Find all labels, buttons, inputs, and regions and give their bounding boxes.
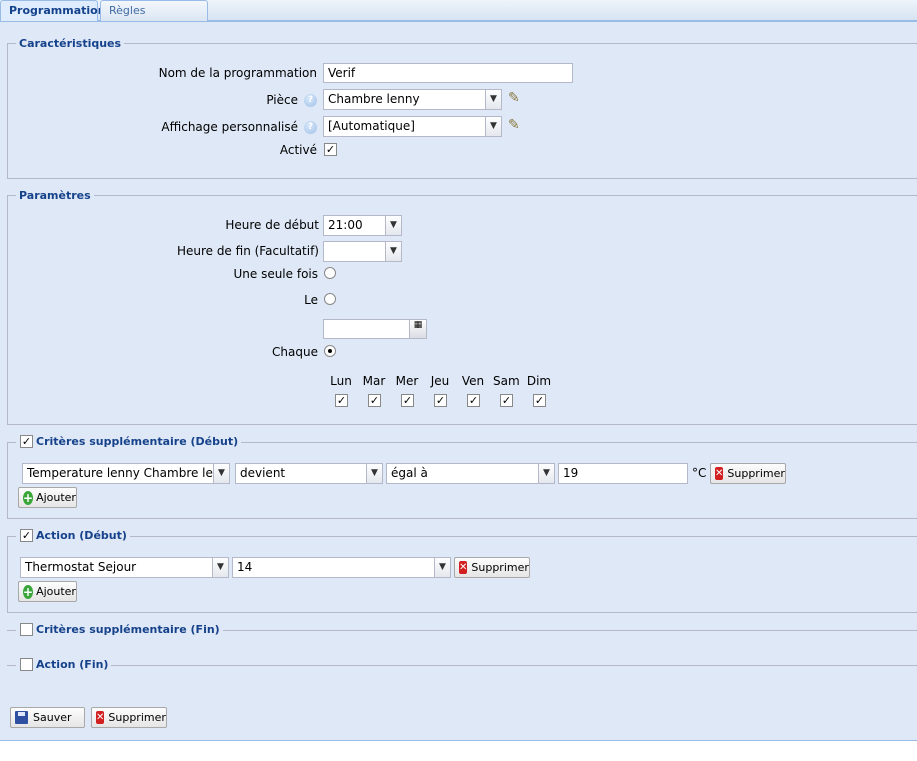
debut-dropdown-trigger[interactable]: ▼ [385,215,402,236]
une-seule-fois-radio[interactable] [324,267,336,279]
action-device-select[interactable]: Thermostat Sejour [20,557,213,578]
action-value-trigger[interactable]: ▼ [434,557,451,578]
legend-criteres-fin: Critères supplémentaire (Fin) [33,623,223,636]
critere-device-select[interactable]: Temperature lenny Chambre lenny [22,463,214,484]
day-label-jeu: Jeu [430,374,450,388]
critere-operator-trigger[interactable]: ▼ [538,463,555,484]
critere-delete-button[interactable]: ✕ Supprimer [710,463,786,484]
action-device-trigger[interactable]: ▼ [212,557,229,578]
day-checkbox-ven[interactable]: ✓ [467,394,480,407]
critere-device-trigger[interactable]: ▼ [213,463,230,484]
chevron-down-icon: ▼ [439,562,446,572]
delete-icon: ✕ [459,561,468,574]
day-label-mar: Mar [362,374,386,388]
chevron-down-icon: ▼ [371,468,378,478]
action-debut-checkbox[interactable]: ✓ [20,529,33,542]
chevron-down-icon: ▼ [390,220,397,230]
pencil-icon[interactable]: ✎ [508,117,520,133]
debut-label: Heure de début [225,218,319,232]
piece-label: Pièce [266,93,298,107]
chevron-down-icon: ▼ [543,468,550,478]
action-delete-button[interactable]: ✕ Supprimer [454,557,530,578]
le-label: Le [304,293,318,307]
legend-criteres-debut: Critères supplémentaire (Début) [33,435,242,448]
tab-regles-associees[interactable]: Règles associées [100,0,208,37]
floppy-disk-icon [15,711,28,724]
save-label: Sauver [33,710,72,724]
pencil-icon[interactable]: ✎ [508,90,520,106]
day-label-ven: Ven [461,374,485,388]
delete-label: Supprimer [108,710,166,724]
action-add-button[interactable]: + Ajouter [18,581,77,602]
add-icon: + [23,490,34,505]
affichage-select[interactable]: [Automatique] [323,116,486,137]
day-label-lun: Lun [330,374,352,388]
day-label-sam: Sam [493,374,520,388]
debut-time-select[interactable]: 21:00 [323,215,386,236]
chaque-label: Chaque [272,345,318,359]
criteres-debut-checkbox[interactable]: ✓ [20,435,33,448]
chevron-down-icon: ▼ [490,121,497,131]
day-label-dim: Dim [526,374,552,388]
critere-mode-trigger[interactable]: ▼ [366,463,383,484]
delete-button[interactable]: ✕ Supprimer [91,707,167,728]
fin-label: Heure de fin (Facultatif) [176,244,319,258]
critere-operator-select[interactable]: égal à [386,463,539,484]
chevron-down-icon: ▼ [217,562,224,572]
legend-parametres: Paramètres [16,189,94,202]
action-add-label: Ajouter [36,584,76,598]
day-checkbox-lun[interactable]: ✓ [335,394,348,407]
day-checkbox-jeu[interactable]: ✓ [434,394,447,407]
criteres-fin-checkbox[interactable] [20,623,33,636]
page-background [0,741,917,761]
date-input[interactable] [323,319,410,339]
critere-unit: °C [692,466,707,480]
piece-select[interactable]: Chambre lenny [323,89,486,110]
critere-mode-select[interactable]: devient [235,463,367,484]
delete-icon: ✕ [715,467,724,480]
affichage-dropdown-trigger[interactable]: ▼ [485,116,502,137]
day-checkbox-sam[interactable]: ✓ [500,394,513,407]
divider-action-fin [7,665,917,666]
chevron-down-icon: ▼ [218,468,225,478]
save-button[interactable]: Sauver [10,707,85,728]
fin-time-select[interactable] [323,241,386,262]
nom-input[interactable]: Verif [323,63,573,83]
help-icon[interactable]: ? [304,121,317,134]
day-checkbox-dim[interactable]: ✓ [533,394,546,407]
day-label-mer: Mer [395,374,419,388]
calendar-icon[interactable]: ▦ [409,319,427,339]
active-checkbox[interactable]: ✓ [324,143,337,156]
fin-dropdown-trigger[interactable]: ▼ [385,241,402,262]
chevron-down-icon: ▼ [490,94,497,104]
chevron-down-icon: ▼ [390,246,397,256]
action-delete-label: Supprimer [471,560,529,574]
le-radio[interactable] [324,293,336,305]
piece-dropdown-trigger[interactable]: ▼ [485,89,502,110]
action-value-select[interactable]: 14 [232,557,435,578]
day-checkbox-mer[interactable]: ✓ [401,394,414,407]
help-icon[interactable]: ? [304,94,317,107]
une-seule-fois-label: Une seule fois [233,267,318,281]
legend-action-fin: Action (Fin) [33,658,112,671]
critere-value-input[interactable]: 19 [558,463,688,484]
affichage-label: Affichage personnalisé [161,120,298,134]
critere-add-button[interactable]: + Ajouter [18,487,77,508]
legend-caracteristiques: Caractéristiques [16,37,125,50]
tab-programmation[interactable]: Programmation [0,0,106,22]
legend-action-debut: Action (Début) [33,529,130,542]
add-icon: + [23,584,34,599]
critere-add-label: Ajouter [36,490,76,504]
action-fin-checkbox[interactable] [20,658,33,671]
delete-icon: ✕ [96,711,105,724]
chaque-radio[interactable] [324,345,336,357]
day-checkbox-mar[interactable]: ✓ [368,394,381,407]
critere-delete-label: Supprimer [727,466,785,480]
nom-label: Nom de la programmation [158,66,317,80]
active-label: Activé [279,143,317,157]
